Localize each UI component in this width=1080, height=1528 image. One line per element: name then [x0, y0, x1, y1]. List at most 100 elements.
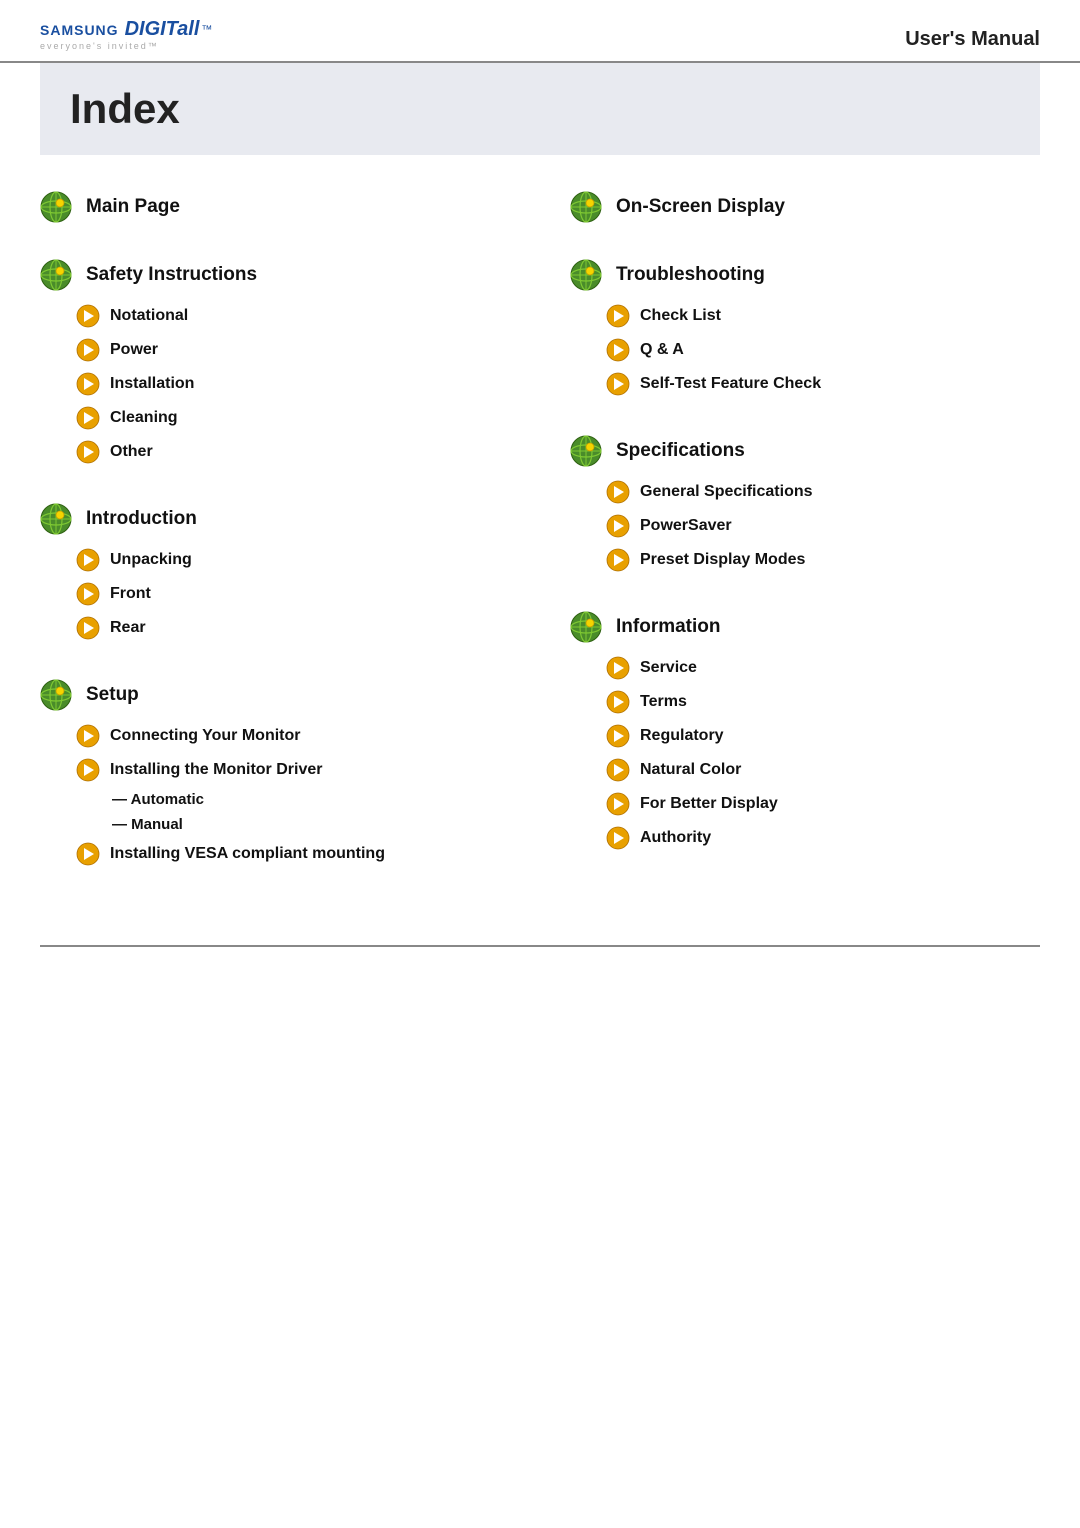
section-setup: Setup Connecting Your Monitor Installing… [40, 679, 510, 869]
sub-item-vesa[interactable]: Installing VESA compliant mounting [76, 839, 510, 869]
self-test-label: Self-Test Feature Check [640, 375, 821, 393]
better-display-label: For Better Display [640, 795, 778, 813]
logo-samsung-text: SAMSUNG [40, 22, 119, 38]
arrow-icon-check-list [606, 304, 630, 328]
arrow-icon-power [76, 338, 100, 362]
section-intro-header[interactable]: Introduction [40, 503, 510, 535]
arrow-icon-vesa [76, 842, 100, 866]
manual-label: — Manual [112, 816, 183, 833]
logo-area: SAMSUNG DIGITall ™ everyone's invited™ [40, 18, 212, 51]
section-osd-header[interactable]: On-Screen Display [570, 191, 1040, 223]
specifications-label: Specifications [616, 440, 745, 462]
specifications-icon [570, 435, 602, 467]
sub-item-cleaning[interactable]: Cleaning [76, 403, 510, 433]
arrow-icon-better-display [606, 792, 630, 816]
logo: SAMSUNG DIGITall ™ [40, 18, 212, 41]
arrow-icon-powersaver [606, 514, 630, 538]
index-title: Index [70, 85, 1010, 133]
connecting-label: Connecting Your Monitor [110, 727, 301, 745]
main-page-icon [40, 191, 72, 223]
osd-icon [570, 191, 602, 223]
setup-icon [40, 679, 72, 711]
qa-label: Q & A [640, 341, 684, 359]
arrow-icon-installing-driver [76, 758, 100, 782]
terms-label: Terms [640, 693, 687, 711]
rear-label: Rear [110, 619, 146, 637]
sub-item-other[interactable]: Other [76, 437, 510, 467]
installing-driver-label: Installing the Monitor Driver [110, 761, 322, 779]
vesa-label: Installing VESA compliant mounting [110, 845, 385, 863]
sub-item-power[interactable]: Power [76, 335, 510, 365]
general-spec-label: General Specifications [640, 483, 813, 501]
section-main-page-header[interactable]: Main Page [40, 191, 510, 223]
section-safety: Safety Instructions Notational Power [40, 259, 510, 467]
section-setup-header[interactable]: Setup [40, 679, 510, 711]
section-information: Information Service Terms [570, 611, 1040, 853]
front-label: Front [110, 585, 151, 603]
index-title-bar: Index [40, 63, 1040, 155]
sub-item-self-test[interactable]: Self-Test Feature Check [606, 369, 1040, 399]
sub-item-preset-display[interactable]: Preset Display Modes [606, 545, 1040, 575]
section-osd: On-Screen Display [570, 191, 1040, 223]
header-title: User's Manual [905, 28, 1040, 51]
introduction-icon [40, 503, 72, 535]
arrow-icon-notational [76, 304, 100, 328]
section-specifications: Specifications General Specifications Po… [570, 435, 1040, 575]
footer-bar [40, 945, 1040, 959]
sub-item-unpacking[interactable]: Unpacking [76, 545, 510, 575]
installation-label: Installation [110, 375, 194, 393]
sub-item-better-display[interactable]: For Better Display [606, 789, 1040, 819]
sub-item-powersaver[interactable]: PowerSaver [606, 511, 1040, 541]
sub-item-terms[interactable]: Terms [606, 687, 1040, 717]
sub-item-installing-driver[interactable]: Installing the Monitor Driver [76, 755, 510, 785]
sub-item-general-spec[interactable]: General Specifications [606, 477, 1040, 507]
logo-tagline: everyone's invited™ [40, 41, 159, 51]
information-icon [570, 611, 602, 643]
section-spec-header[interactable]: Specifications [570, 435, 1040, 467]
arrow-icon-authority [606, 826, 630, 850]
regulatory-label: Regulatory [640, 727, 724, 745]
arrow-icon-rear [76, 616, 100, 640]
sub-item-natural-color[interactable]: Natural Color [606, 755, 1040, 785]
sub-item-automatic[interactable]: — Automatic [112, 789, 510, 810]
section-info-header[interactable]: Information [570, 611, 1040, 643]
arrow-icon-unpacking [76, 548, 100, 572]
safety-icon [40, 259, 72, 291]
information-label: Information [616, 616, 721, 638]
sub-item-rear[interactable]: Rear [76, 613, 510, 643]
troubleshooting-label: Troubleshooting [616, 264, 765, 286]
unpacking-label: Unpacking [110, 551, 192, 569]
arrow-icon-self-test [606, 372, 630, 396]
section-safety-header[interactable]: Safety Instructions [40, 259, 510, 291]
sub-item-service[interactable]: Service [606, 653, 1040, 683]
logo-tm: ™ [201, 24, 212, 36]
sub-item-front[interactable]: Front [76, 579, 510, 609]
setup-label: Setup [86, 684, 139, 706]
logo-digit-text: DIGITall [125, 18, 200, 41]
sub-item-notational[interactable]: Notational [76, 301, 510, 331]
index-grid: Main Page Safety Instructions [40, 191, 1040, 905]
sub-item-manual[interactable]: — Manual [112, 814, 510, 835]
arrow-icon-general-spec [606, 480, 630, 504]
section-introduction: Introduction Unpacking Front [40, 503, 510, 643]
section-ts-header[interactable]: Troubleshooting [570, 259, 1040, 291]
osd-label: On-Screen Display [616, 196, 785, 218]
section-troubleshooting: Troubleshooting Check List Q & A [570, 259, 1040, 399]
right-column: On-Screen Display Troubleshooting [570, 191, 1040, 905]
sub-item-regulatory[interactable]: Regulatory [606, 721, 1040, 751]
check-list-label: Check List [640, 307, 721, 325]
sub-item-authority[interactable]: Authority [606, 823, 1040, 853]
sub-item-qa[interactable]: Q & A [606, 335, 1040, 365]
notational-label: Notational [110, 307, 188, 325]
sub-item-connecting[interactable]: Connecting Your Monitor [76, 721, 510, 751]
arrow-icon-connecting [76, 724, 100, 748]
cleaning-label: Cleaning [110, 409, 178, 427]
arrow-icon-preset [606, 548, 630, 572]
arrow-icon-natural-color [606, 758, 630, 782]
section-main-page: Main Page [40, 191, 510, 223]
sub-item-check-list[interactable]: Check List [606, 301, 1040, 331]
introduction-label: Introduction [86, 508, 197, 530]
sub-item-installation[interactable]: Installation [76, 369, 510, 399]
arrow-icon-other [76, 440, 100, 464]
powersaver-label: PowerSaver [640, 517, 732, 535]
